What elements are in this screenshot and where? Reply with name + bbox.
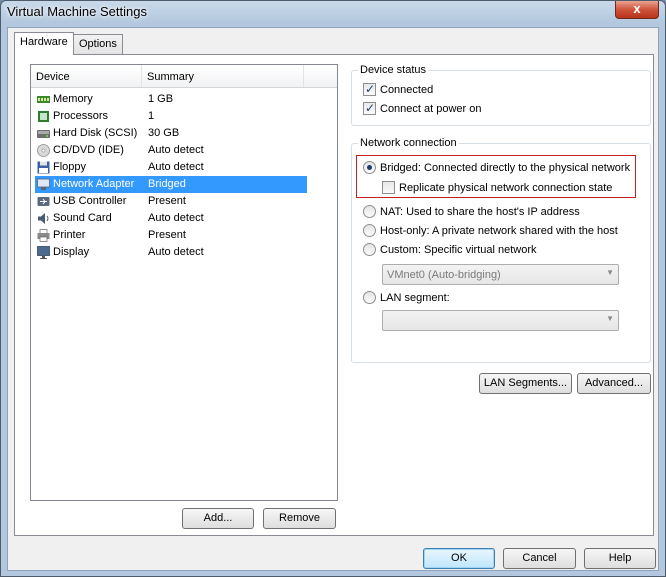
device-row-cd-dvd[interactable]: CD/DVD (IDE) Auto detect: [35, 142, 307, 159]
device-summary: Present: [148, 195, 186, 207]
ok-button[interactable]: OK: [423, 548, 495, 569]
connected-checkbox[interactable]: ✓: [363, 82, 376, 96]
device-name: Sound Card: [53, 212, 112, 224]
device-summary: Bridged: [148, 178, 186, 190]
checkmark-icon: ✓: [365, 101, 376, 115]
device-row-sound-card[interactable]: Sound Card Auto detect: [35, 210, 307, 227]
help-button[interactable]: Help: [584, 548, 656, 569]
tab-options[interactable]: Options: [73, 34, 123, 54]
replicate-state-checkbox[interactable]: [382, 181, 395, 194]
device-name: Memory: [53, 93, 93, 105]
device-list-header: Device Summary: [31, 65, 337, 88]
checkmark-icon: ✓: [365, 82, 376, 96]
lan-segment-label[interactable]: LAN segment:: [380, 292, 450, 304]
network-connection-title: Network connection: [358, 137, 459, 149]
settings-window: Virtual Machine Settings x Hardware Opti…: [0, 0, 666, 577]
custom-label[interactable]: Custom: Specific virtual network: [380, 244, 537, 256]
close-button[interactable]: x: [615, 1, 659, 19]
remove-device-button[interactable]: Remove: [263, 508, 336, 529]
printer-icon: [37, 229, 50, 242]
dialog-client-area: Hardware Options Device Summary Memory 1…: [7, 27, 659, 571]
device-summary: Auto detect: [148, 161, 204, 173]
device-summary: Auto detect: [148, 212, 204, 224]
device-name: USB Controller: [53, 195, 127, 207]
sound-card-icon: [38, 213, 49, 224]
tab-hardware[interactable]: Hardware: [14, 32, 74, 55]
column-summary[interactable]: Summary: [147, 71, 194, 83]
connect-at-power-on-label[interactable]: Connect at power on: [380, 103, 482, 115]
device-row-display[interactable]: Display Auto detect: [35, 244, 307, 261]
replicate-state-label[interactable]: Replicate physical network connection st…: [399, 182, 612, 194]
custom-network-value: VMnet0 (Auto-bridging): [387, 269, 501, 281]
device-summary: Present: [148, 229, 186, 241]
device-name: Network Adapter: [53, 178, 135, 190]
device-name: Processors: [53, 110, 109, 122]
device-list[interactable]: Device Summary Memory 1 GB Processors 1: [30, 64, 338, 501]
bridged-label[interactable]: Bridged: Connected directly to the physi…: [380, 162, 630, 174]
connect-at-power-on-checkbox[interactable]: ✓: [363, 101, 376, 115]
device-name: Floppy: [53, 161, 87, 173]
host-only-label[interactable]: Host-only: A private network shared with…: [380, 225, 618, 237]
nat-label[interactable]: NAT: Used to share the host's IP address: [380, 206, 580, 218]
close-icon: x: [633, 1, 641, 16]
hard-disk-icon: [37, 130, 50, 138]
bridged-radio[interactable]: [363, 161, 376, 174]
device-summary: 30 GB: [148, 127, 180, 139]
lan-segment-dropdown[interactable]: ▼: [382, 310, 619, 331]
connected-label[interactable]: Connected: [380, 84, 433, 96]
nat-radio[interactable]: [363, 205, 376, 218]
network-adapter-icon: [37, 178, 50, 190]
device-name: CD/DVD (IDE): [53, 144, 124, 156]
floppy-icon: [37, 161, 50, 174]
add-device-button[interactable]: Add...: [182, 508, 254, 529]
cancel-button[interactable]: Cancel: [503, 548, 576, 569]
column-device[interactable]: Device: [36, 71, 70, 83]
device-summary: Auto detect: [148, 246, 204, 258]
lan-segments-button[interactable]: LAN Segments...: [479, 373, 572, 394]
lan-segment-radio[interactable]: [363, 291, 376, 304]
device-name: Hard Disk (SCSI): [53, 127, 138, 139]
custom-network-dropdown[interactable]: VMnet0 (Auto-bridging) ▼: [382, 264, 619, 285]
chevron-down-icon: ▼: [606, 268, 614, 277]
device-row-usb-controller[interactable]: USB Controller Present: [35, 193, 307, 210]
device-row-floppy[interactable]: Floppy Auto detect: [35, 159, 307, 176]
device-row-processors[interactable]: Processors 1: [35, 108, 307, 125]
device-summary: 1 GB: [148, 93, 174, 105]
radio-dot: [367, 165, 372, 170]
cd-dvd-icon: [37, 144, 50, 157]
display-icon: [37, 246, 50, 259]
device-status-group: Device status ✓ Connected ✓ Connect at p…: [351, 64, 651, 126]
device-name: Printer: [53, 229, 86, 241]
chevron-down-icon: ▼: [606, 314, 614, 323]
window-title: Virtual Machine Settings: [7, 4, 147, 19]
device-name: Display: [53, 246, 90, 258]
network-connection-group: Network connection Bridged: Connected di…: [351, 137, 651, 363]
usb-icon: [37, 197, 50, 206]
title-bar[interactable]: Virtual Machine Settings x: [1, 1, 665, 25]
custom-radio[interactable]: [363, 243, 376, 256]
device-row-hard-disk[interactable]: Hard Disk (SCSI) 30 GB: [35, 125, 307, 142]
advanced-button[interactable]: Advanced...: [577, 373, 651, 394]
hardware-panel: Device Summary Memory 1 GB Processors 1: [14, 54, 654, 536]
host-only-radio[interactable]: [363, 224, 376, 237]
device-summary: Auto detect: [148, 144, 204, 156]
device-summary: 1: [148, 110, 155, 122]
device-row-printer[interactable]: Printer Present: [35, 227, 307, 244]
column-divider[interactable]: [303, 65, 304, 87]
processor-icon: [38, 111, 49, 122]
column-divider[interactable]: [141, 65, 142, 87]
device-status-title: Device status: [358, 64, 429, 76]
memory-icon: [37, 96, 50, 103]
device-row-memory[interactable]: Memory 1 GB: [35, 91, 307, 108]
device-row-network-adapter[interactable]: Network Adapter Bridged: [35, 176, 307, 193]
